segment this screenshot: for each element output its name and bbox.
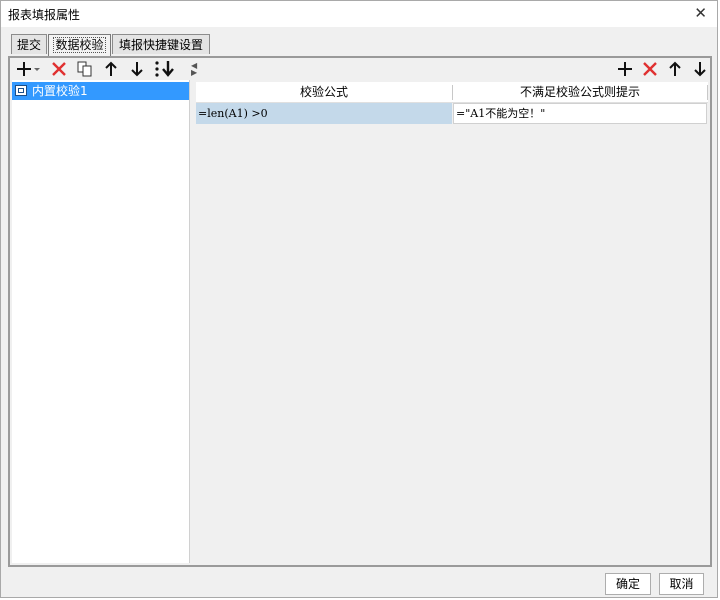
header-separator (707, 85, 708, 100)
tab-data-validation[interactable]: 数据校验 (48, 34, 111, 56)
title-bar: 报表填报属性 ✕ (1, 1, 717, 27)
validation-list-pane: 内置校验1 (12, 80, 190, 563)
tab-content-panel: 内置校验1 ◀ ▶ 校验公式 不满足校验公式则提示 =len(A1) >0 ="A… (8, 56, 712, 567)
dialog-window: 报表填报属性 ✕ 提交 数据校验 填报快捷键设置 内置校验1 ◀ ▶ 校验公式 … (0, 0, 718, 598)
add-icon[interactable] (615, 59, 635, 79)
move-up-icon[interactable] (101, 59, 121, 79)
window-title: 报表填报属性 (8, 8, 81, 22)
move-bottom-icon[interactable] (153, 59, 177, 79)
grid-header: 校验公式 不满足校验公式则提示 (196, 82, 708, 103)
tab-shortcut-settings-label: 填报快捷键设置 (118, 38, 203, 52)
close-icon[interactable]: ✕ (694, 5, 707, 21)
row-move-down-icon[interactable] (690, 59, 710, 79)
validation-grid-pane: 校验公式 不满足校验公式则提示 =len(A1) >0 ="A1不能为空！" (196, 80, 708, 563)
tab-submit-label: 提交 (16, 38, 41, 52)
row-move-up-icon[interactable] (665, 59, 685, 79)
pane-splitter-handle[interactable]: ◀ ▶ (191, 62, 197, 77)
header-formula[interactable]: 校验公式 (196, 82, 452, 102)
tab-shortcut-settings[interactable]: 填报快捷键设置 (112, 34, 210, 54)
copy-icon[interactable] (75, 59, 95, 79)
tree-item-builtin-validation[interactable]: 内置校验1 (12, 82, 189, 100)
tab-submit[interactable]: 提交 (11, 34, 47, 54)
move-down-icon[interactable] (127, 59, 147, 79)
cancel-button[interactable]: 取消 (659, 573, 704, 595)
message-cell[interactable]: ="A1不能为空！" (453, 103, 707, 124)
delete-row-icon[interactable] (640, 59, 660, 79)
formula-cell[interactable]: =len(A1) >0 (196, 103, 452, 124)
header-message[interactable]: 不满足校验公式则提示 (453, 82, 707, 102)
tab-data-validation-label: 数据校验 (53, 37, 106, 53)
add-dropdown-icon[interactable] (15, 59, 41, 79)
delete-icon[interactable] (49, 59, 69, 79)
tree-item-label: 内置校验1 (32, 84, 88, 98)
validation-item-icon (15, 85, 27, 96)
table-row[interactable]: =len(A1) >0 ="A1不能为空！" (196, 103, 708, 124)
ok-button[interactable]: 确定 (605, 573, 651, 595)
